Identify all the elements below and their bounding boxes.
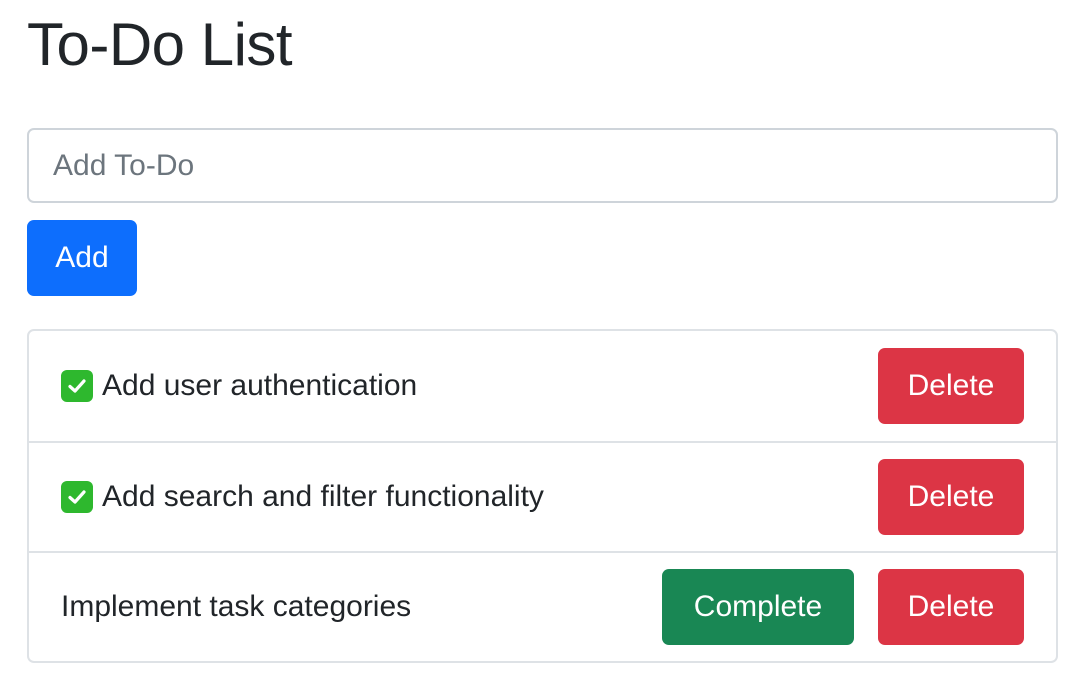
- todo-item: Add user authentication Delete: [29, 331, 1056, 441]
- todo-item-label: Add search and filter functionality: [102, 480, 544, 513]
- todo-item-text: Add search and filter functionality: [61, 480, 878, 514]
- todo-item-text: Implement task categories: [61, 590, 662, 624]
- todo-item-label: Add user authentication: [102, 369, 418, 402]
- todo-app: To-Do List Add Add user authentication D…: [27, 0, 1058, 663]
- todo-input[interactable]: [27, 128, 1058, 203]
- todo-item-text: Add user authentication: [61, 369, 878, 403]
- complete-button[interactable]: Complete: [662, 569, 854, 645]
- delete-button[interactable]: Delete: [878, 348, 1024, 424]
- check-box-icon: [61, 481, 93, 513]
- todo-item-label: Implement task categories: [61, 590, 412, 623]
- todo-item: Add search and filter functionality Dele…: [29, 441, 1056, 551]
- add-button[interactable]: Add: [27, 220, 137, 296]
- todo-item: Implement task categories Complete Delet…: [29, 551, 1056, 661]
- check-box-icon: [61, 370, 93, 402]
- page-title: To-Do List: [27, 11, 293, 78]
- delete-button[interactable]: Delete: [878, 459, 1024, 535]
- delete-button[interactable]: Delete: [878, 569, 1024, 645]
- todo-list: Add user authentication Delete Add searc…: [27, 329, 1058, 663]
